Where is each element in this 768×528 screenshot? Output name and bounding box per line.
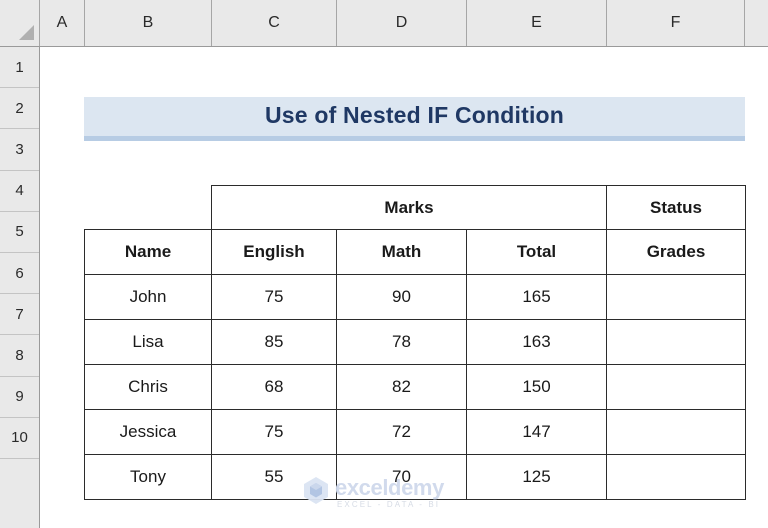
- cell-name[interactable]: John: [84, 274, 212, 320]
- cell-english[interactable]: 68: [211, 364, 337, 410]
- column-header-english[interactable]: English: [211, 229, 337, 275]
- cell-total[interactable]: 125: [466, 454, 607, 500]
- cell-math[interactable]: 78: [336, 319, 467, 365]
- cell-english[interactable]: 55: [211, 454, 337, 500]
- row-header-6[interactable]: 6: [0, 253, 39, 295]
- cell-grades[interactable]: [606, 454, 746, 500]
- cell-english[interactable]: 75: [211, 409, 337, 455]
- cell-math[interactable]: 70: [336, 454, 467, 500]
- column-header-a[interactable]: A: [40, 0, 85, 46]
- column-header-math[interactable]: Math: [336, 229, 467, 275]
- row-header-3[interactable]: 3: [0, 129, 39, 171]
- table-row: John 75 90 165: [84, 274, 746, 320]
- table-column-header-row: Name English Math Total Grades: [84, 229, 746, 275]
- table-row: Lisa 85 78 163: [84, 319, 746, 365]
- column-header-total[interactable]: Total: [466, 229, 607, 275]
- table-row: Jessica 75 72 147: [84, 409, 746, 455]
- cell-math[interactable]: 82: [336, 364, 467, 410]
- row-header-9[interactable]: 9: [0, 376, 39, 418]
- title-banner-cell[interactable]: Use of Nested IF Condition: [84, 97, 745, 141]
- select-all-triangle-icon: [19, 25, 34, 40]
- cell-grades[interactable]: [606, 319, 746, 365]
- cell-name[interactable]: Jessica: [84, 409, 212, 455]
- cell-math[interactable]: 72: [336, 409, 467, 455]
- row-header-1[interactable]: 1: [0, 47, 39, 89]
- column-header-e[interactable]: E: [467, 0, 607, 46]
- cell-english[interactable]: 85: [211, 319, 337, 365]
- cell-name[interactable]: Chris: [84, 364, 212, 410]
- column-header-f[interactable]: F: [607, 0, 745, 46]
- row-header-4[interactable]: 4: [0, 170, 39, 212]
- cell-total[interactable]: 150: [466, 364, 607, 410]
- table-group-header-row: Marks Status: [84, 185, 746, 230]
- cell-total[interactable]: 165: [466, 274, 607, 320]
- column-header-name[interactable]: Name: [84, 229, 212, 275]
- row-header-5[interactable]: 5: [0, 211, 39, 253]
- column-header-strip: ABCDEF: [0, 0, 768, 47]
- row-header-10[interactable]: 10: [0, 417, 39, 459]
- cell-name[interactable]: Lisa: [84, 319, 212, 365]
- row-header-2[interactable]: 2: [0, 88, 39, 130]
- table-row: Tony 55 70 125: [84, 454, 746, 500]
- cell-name[interactable]: Tony: [84, 454, 212, 500]
- cell-total[interactable]: 147: [466, 409, 607, 455]
- row-header-7[interactable]: 7: [0, 294, 39, 336]
- column-header-grades[interactable]: Grades: [606, 229, 746, 275]
- cell-math[interactable]: 90: [336, 274, 467, 320]
- column-header-b[interactable]: B: [85, 0, 212, 46]
- cell-grades[interactable]: [606, 409, 746, 455]
- page-title: Use of Nested IF Condition: [264, 102, 565, 128]
- group-header-marks[interactable]: Marks: [211, 185, 607, 230]
- column-header-c[interactable]: C: [212, 0, 337, 46]
- cell-total[interactable]: 163: [466, 319, 607, 365]
- group-header-status[interactable]: Status: [606, 185, 746, 230]
- table-row: Chris 68 82 150: [84, 364, 746, 410]
- spreadsheet-canvas: Use of Nested IF Condition Marks Status …: [0, 0, 768, 528]
- select-all-button[interactable]: [0, 0, 40, 46]
- group-header-spacer: [84, 185, 212, 230]
- cell-english[interactable]: 75: [211, 274, 337, 320]
- column-header-d[interactable]: D: [337, 0, 467, 46]
- row-header-8[interactable]: 8: [0, 335, 39, 377]
- cell-grades[interactable]: [606, 274, 746, 320]
- cell-grades[interactable]: [606, 364, 746, 410]
- grades-table: Marks Status Name English Math Total Gra…: [84, 185, 746, 500]
- row-header-strip: 1 2 3 4 5 6 7 8 9 10: [0, 47, 40, 528]
